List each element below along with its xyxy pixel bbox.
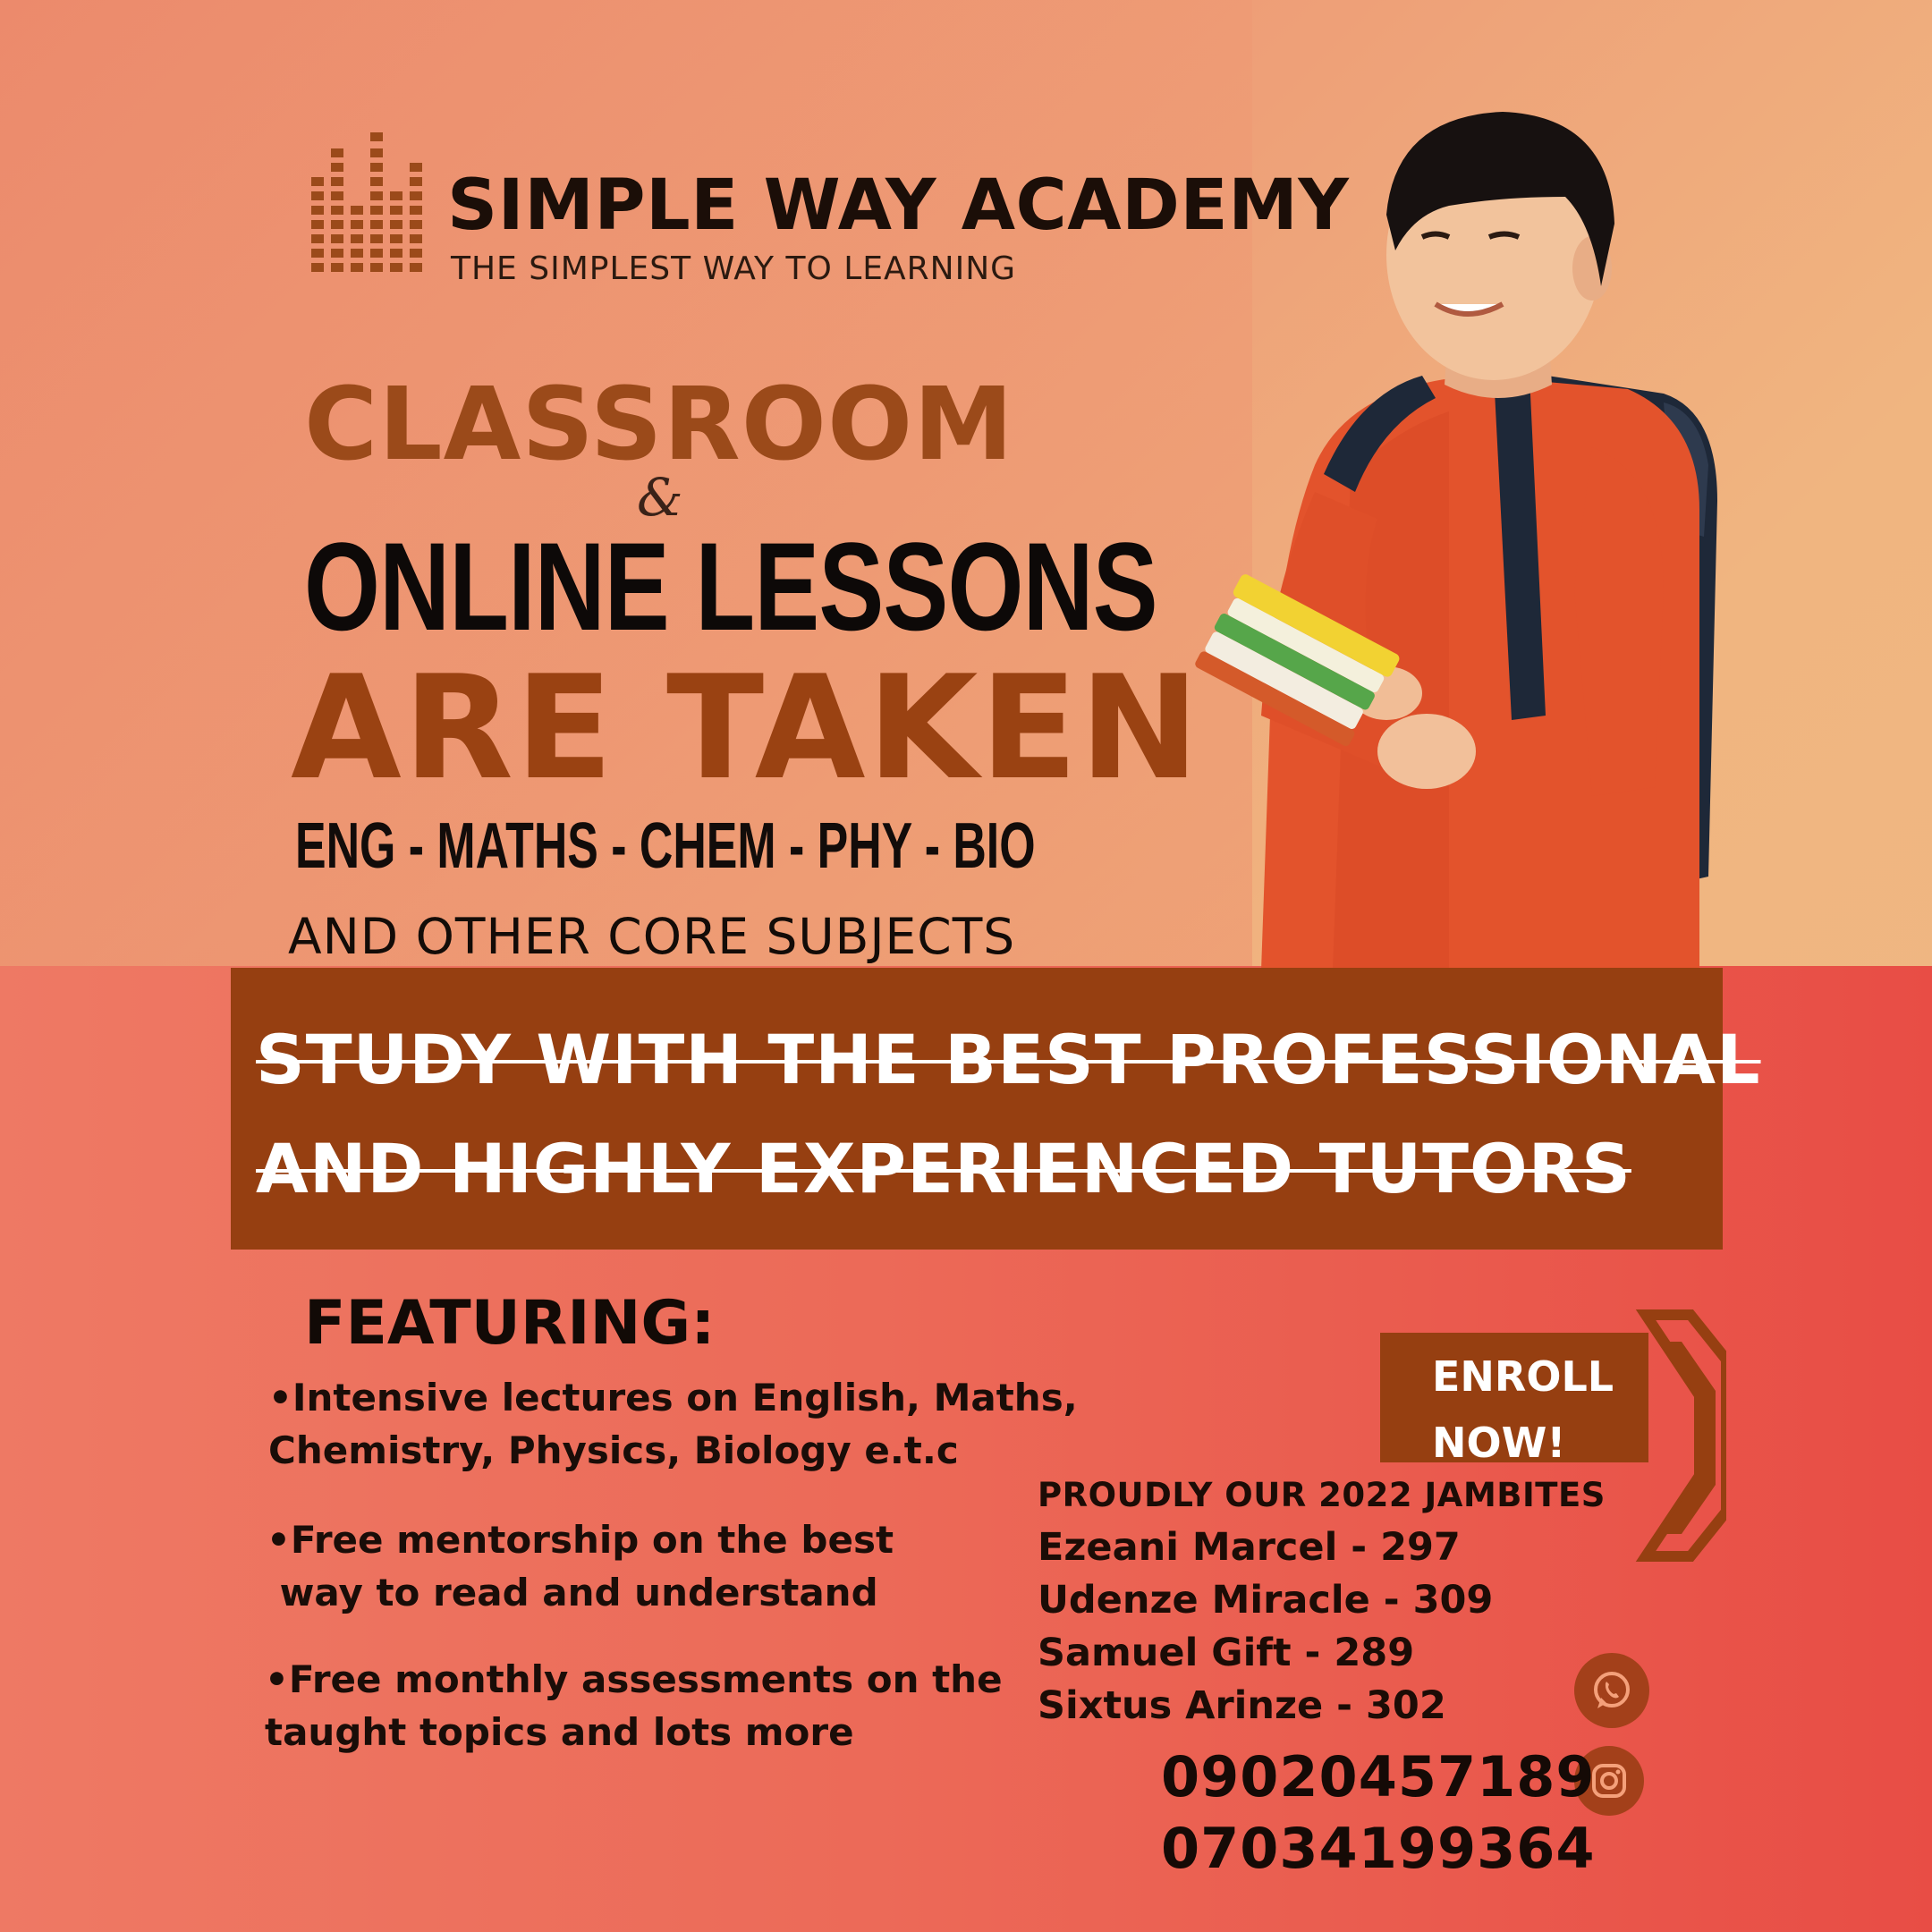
jambite-entry: Sixtus Arinze - 302 — [1038, 1683, 1446, 1728]
jambites-title: PROUDLY OUR 2022 JAMBITES — [1038, 1476, 1606, 1514]
subjects-list: ENG - MATHS - CHEM - PHY - BIO — [295, 810, 1036, 882]
phone-number-2[interactable]: 07034199364 — [1161, 1816, 1596, 1881]
jambite-entry: Samuel Gift - 289 — [1038, 1631, 1415, 1675]
featuring-title: FEATURING: — [304, 1288, 716, 1359]
feature-item-assessments: •Free monthly assessments on the taught … — [265, 1657, 1003, 1754]
whatsapp-icon[interactable] — [1574, 1653, 1649, 1728]
academy-tagline: THE SIMPLEST WAY TO LEARNING — [451, 250, 1017, 287]
jambite-entry: Udenze Miracle - 309 — [1038, 1578, 1494, 1623]
tutors-banner: STUDY WITH THE BEST PROFESSIONAL AND HIG… — [231, 968, 1760, 1250]
headline-classroom: CLASSROOM — [304, 367, 1014, 483]
phone-number-1[interactable]: 09020457189 — [1161, 1744, 1596, 1809]
subjects-note: AND OTHER CORE SUBJECTS — [288, 908, 1016, 965]
headline-are-taken: ARE TAKEN — [291, 644, 1201, 811]
enroll-now-button[interactable]: ENROLL NOW! — [1380, 1333, 1648, 1467]
feature-item-mentorship: •Free mentorship on the best way to read… — [267, 1518, 894, 1614]
banner-line-2: AND HIGHLY EXPERIENCED TUTORS — [256, 1129, 1631, 1208]
enroll-now-label: ENROLL NOW! — [1432, 1352, 1614, 1467]
banner-line-1: STUDY WITH THE BEST PROFESSIONAL — [256, 1020, 1761, 1099]
student-photo — [1195, 112, 1717, 970]
jambite-entry: Ezeani Marcel - 297 — [1038, 1525, 1461, 1570]
feature-item-lectures: •Intensive lectures on English, Maths, C… — [268, 1376, 1078, 1472]
academy-logo-icon — [311, 132, 422, 272]
headline-online-lessons: ONLINE LESSONS — [304, 516, 1158, 657]
